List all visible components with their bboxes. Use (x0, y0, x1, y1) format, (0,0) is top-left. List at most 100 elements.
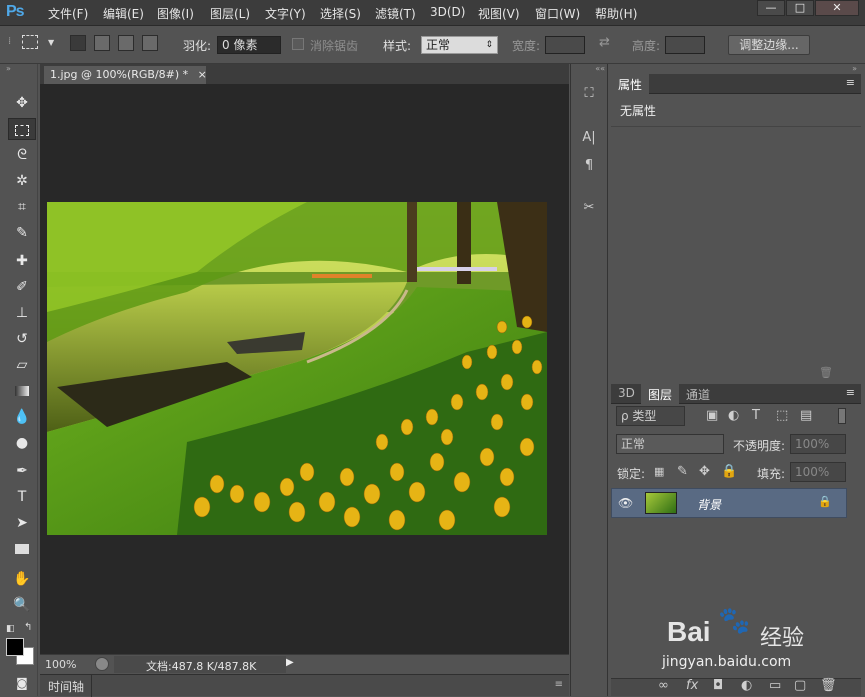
blend-mode-select[interactable]: 正常 (616, 434, 724, 454)
collapse-arrows-icon[interactable]: » (6, 64, 36, 74)
feather-input[interactable]: 0 像素 (217, 36, 281, 54)
link-layers-icon[interactable]: ∞ (658, 678, 669, 693)
minimize-button[interactable]: — (757, 0, 785, 16)
height-label: 高度: (632, 39, 661, 53)
layer-name[interactable]: 背景 (697, 496, 721, 513)
watermark-url: jingyan.baidu.com (662, 654, 792, 670)
new-group-icon[interactable]: ▭ (769, 678, 781, 693)
menu-3d[interactable]: 3D(D) (430, 5, 465, 19)
gradient-tool-icon[interactable] (8, 380, 36, 402)
menu-file[interactable]: 文件(F) (48, 5, 88, 22)
history-brush-tool-icon[interactable]: ↺ (8, 328, 36, 350)
subtract-selection-icon[interactable] (118, 35, 134, 51)
brush-tool-icon[interactable]: ✐ (8, 276, 36, 298)
trash-icon[interactable]: 🗑 (819, 366, 833, 379)
menu-window[interactable]: 窗口(W) (535, 5, 580, 22)
chevron-down-icon[interactable]: ▼ (48, 38, 54, 47)
menu-layer[interactable]: 图层(L) (210, 5, 250, 22)
layer-style-fx-icon[interactable]: fx (686, 678, 698, 693)
collapse-panels-icon[interactable]: » (611, 64, 861, 74)
document-tab[interactable]: 1.jpg @ 100%(RGB/8#) * × (44, 66, 207, 84)
blur-tool-icon[interactable]: 💧 (8, 406, 36, 428)
paragraph-icon[interactable]: ¶ (579, 158, 599, 173)
healing-brush-tool-icon[interactable]: ✚ (8, 250, 36, 272)
delete-layer-icon[interactable]: 🗑 (820, 678, 837, 693)
share-icon[interactable] (95, 657, 109, 671)
filter-adjustment-icon[interactable]: ◐ (728, 408, 739, 423)
filter-smart-object-icon[interactable]: ▤ (800, 408, 812, 423)
intersect-selection-icon[interactable] (142, 35, 158, 51)
menu-type[interactable]: 文字(Y) (265, 5, 306, 22)
magic-wand-tool-icon[interactable]: ✲ (8, 170, 36, 192)
rect-marquee-preset-icon[interactable] (22, 35, 38, 49)
crop-tool-icon[interactable]: ⌗ (8, 196, 36, 218)
watermark-brand2: 经验 (760, 626, 805, 651)
height-input[interactable] (665, 36, 705, 54)
eyedropper-tool-icon[interactable]: ✎ (8, 222, 36, 244)
move-tool-icon[interactable]: ✥ (8, 92, 36, 114)
lock-position-icon[interactable]: ✥ (699, 464, 710, 479)
panel-menu-icon[interactable]: ≡ (846, 386, 855, 399)
filter-pixel-icon[interactable]: ▣ (706, 408, 718, 423)
new-selection-icon[interactable] (70, 35, 86, 51)
swap-icon[interactable]: ⇄ (599, 35, 610, 50)
add-mask-icon[interactable]: ◘ (713, 678, 723, 693)
eraser-tool-icon[interactable]: ▱ (8, 354, 36, 376)
width-label: 宽度: (512, 39, 541, 53)
new-layer-icon[interactable]: ▢ (794, 678, 806, 693)
tab-properties[interactable]: 属性 (611, 74, 650, 94)
menu-filter[interactable]: 滤镜(T) (375, 5, 416, 22)
layer-row[interactable]: 👁 背景 🔒 (611, 488, 847, 518)
swap-colors-icon[interactable]: ↰ (24, 622, 32, 633)
menu-help[interactable]: 帮助(H) (595, 5, 637, 22)
zoom-tool-icon[interactable]: 🔍 (8, 594, 36, 616)
rectangle-shape-tool-icon[interactable] (8, 538, 36, 560)
history-icon[interactable]: ⛶ (579, 86, 599, 101)
menu-select[interactable]: 选择(S) (320, 5, 361, 22)
clone-stamp-tool-icon[interactable]: ⊥ (8, 302, 36, 324)
document-image[interactable] (47, 202, 547, 535)
menu-image[interactable]: 图像(I) (157, 5, 194, 22)
lasso-tool-icon[interactable]: ᘓ (8, 144, 36, 166)
dodge-tool-icon[interactable]: ● (8, 432, 36, 454)
refine-edge-button[interactable]: 调整边缘... (728, 35, 810, 55)
type-tool-icon[interactable]: T (8, 486, 36, 508)
hand-tool-icon[interactable]: ✋ (8, 568, 36, 590)
width-input[interactable] (545, 36, 585, 54)
menu-edit[interactable]: 编辑(E) (103, 5, 144, 22)
filter-shape-icon[interactable]: ⬚ (776, 408, 788, 423)
layer-filter-select[interactable]: ρ 类型 (616, 406, 685, 426)
tab-channels[interactable]: 通道 (679, 384, 717, 404)
close-tab-icon[interactable]: × (198, 68, 207, 81)
close-button[interactable]: ✕ (815, 0, 859, 16)
rect-marquee-tool-icon[interactable] (8, 118, 36, 140)
quick-mask-icon[interactable]: ◙ (8, 672, 36, 694)
zoom-level[interactable]: 100% (45, 658, 76, 671)
tab-layers[interactable]: 图层 (641, 384, 680, 404)
lock-transparency-icon[interactable]: ▦ (654, 465, 664, 478)
panel-menu-icon[interactable]: ≡ (846, 76, 855, 89)
lock-pixels-icon[interactable]: ✎ (677, 464, 688, 479)
tab-3d[interactable]: 3D (611, 384, 642, 404)
maximize-button[interactable]: □ (786, 0, 814, 16)
add-selection-icon[interactable] (94, 35, 110, 51)
path-select-tool-icon[interactable]: ➤ (8, 512, 36, 534)
tool-presets-icon[interactable]: ✂ (579, 200, 599, 215)
style-select[interactable]: 正常 ⇕ (421, 36, 498, 54)
filter-type-icon[interactable]: T (752, 408, 760, 423)
panel-menu-icon[interactable]: ≡ (555, 679, 563, 690)
opacity-input[interactable]: 100% (790, 434, 846, 454)
eye-visibility-icon[interactable]: 👁 (618, 496, 633, 510)
adjustment-layer-icon[interactable]: ◐ (741, 678, 752, 693)
timeline-tab[interactable]: 时间轴 (48, 678, 84, 695)
foreground-color-swatch[interactable] (6, 638, 24, 656)
filter-toggle[interactable] (838, 408, 846, 424)
menu-view[interactable]: 视图(V) (478, 5, 520, 22)
status-menu-arrow-icon[interactable]: ▶ (286, 657, 294, 668)
pen-tool-icon[interactable]: ✒ (8, 460, 36, 482)
lock-all-icon[interactable]: 🔒 (721, 464, 737, 479)
fill-input[interactable]: 100% (790, 462, 846, 482)
character-icon[interactable]: A| (579, 130, 599, 145)
antialias-checkbox[interactable] (292, 38, 304, 50)
default-colors-icon[interactable]: ◧ (6, 624, 15, 634)
